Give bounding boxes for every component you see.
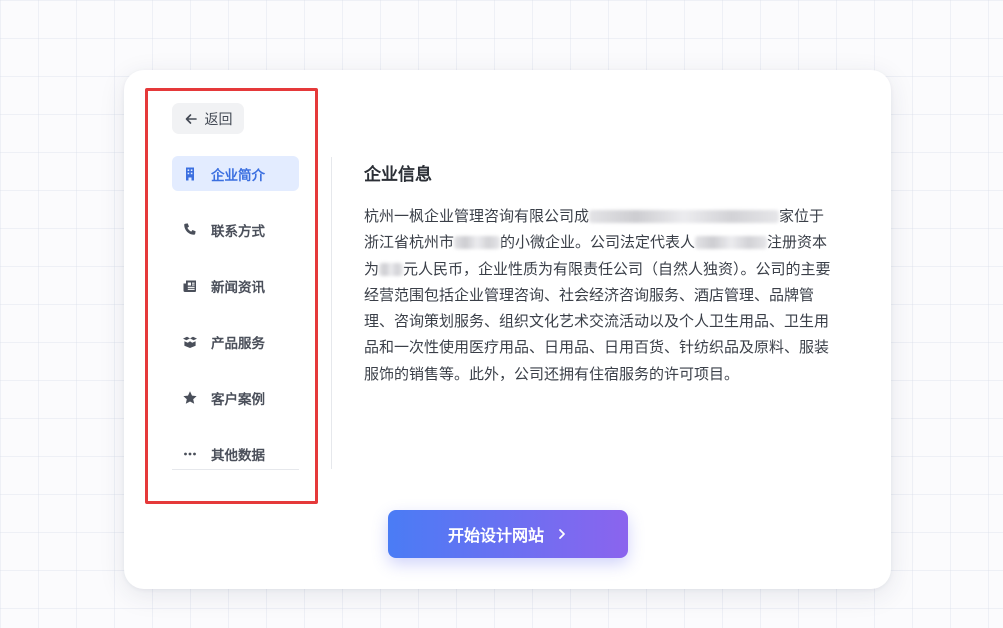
redacted-text	[695, 236, 768, 250]
redacted-text	[454, 236, 501, 250]
sidebar-item-label: 企业简介	[211, 167, 265, 184]
description-text: 的小微企业。公司法定代表人	[500, 233, 696, 252]
box-icon	[182, 334, 198, 350]
sidebar-item-cases[interactable]: 客户案例	[172, 380, 299, 415]
sidebar-item-label: 其他数据	[211, 447, 265, 464]
arrow-left-icon	[184, 112, 198, 126]
sidebar-item-other-data[interactable]: 其他数据	[172, 436, 299, 471]
sidebar-item-label: 新闻资讯	[211, 279, 265, 296]
newspaper-icon	[182, 278, 198, 294]
vertical-divider	[331, 157, 332, 469]
sidebar-item-news[interactable]: 新闻资讯	[172, 268, 299, 303]
sidebar-item-contact[interactable]: 联系方式	[172, 212, 299, 247]
description-text: 杭州一枫企业管理咨询有限公司成	[364, 207, 590, 225]
sidebar-item-label: 联系方式	[211, 223, 265, 240]
sidebar-item-label: 客户案例	[211, 391, 265, 408]
content-title: 企业信息	[364, 165, 432, 185]
sidebar-divider	[172, 469, 299, 470]
more-dots-icon	[182, 446, 198, 462]
star-icon	[182, 390, 198, 406]
redacted-text	[589, 210, 780, 223]
building-icon	[182, 166, 198, 182]
phone-icon	[182, 222, 198, 238]
back-button-label: 返回	[204, 111, 233, 128]
back-button[interactable]: 返回	[172, 103, 244, 134]
chevron-right-icon	[556, 528, 568, 540]
sidebar-item-label: 产品服务	[211, 335, 265, 352]
sidebar-item-products[interactable]: 产品服务	[172, 324, 299, 359]
sidebar-item-company-intro[interactable]: 企业简介	[172, 156, 299, 191]
redacted-text	[379, 262, 404, 276]
start-design-website-button[interactable]: 开始设计网站	[388, 510, 628, 558]
description-text: 元人民币，企业性质为有限责任公司（自然人独资）。公司的主要经营范围包括企业管理咨…	[364, 259, 831, 383]
company-description: 杭州一枫企业管理咨询有限公司成 家位于浙江省杭州市 的小微企业。公司法定代表人 注册资…	[364, 203, 832, 387]
cta-label: 开始设计网站	[447, 526, 544, 545]
